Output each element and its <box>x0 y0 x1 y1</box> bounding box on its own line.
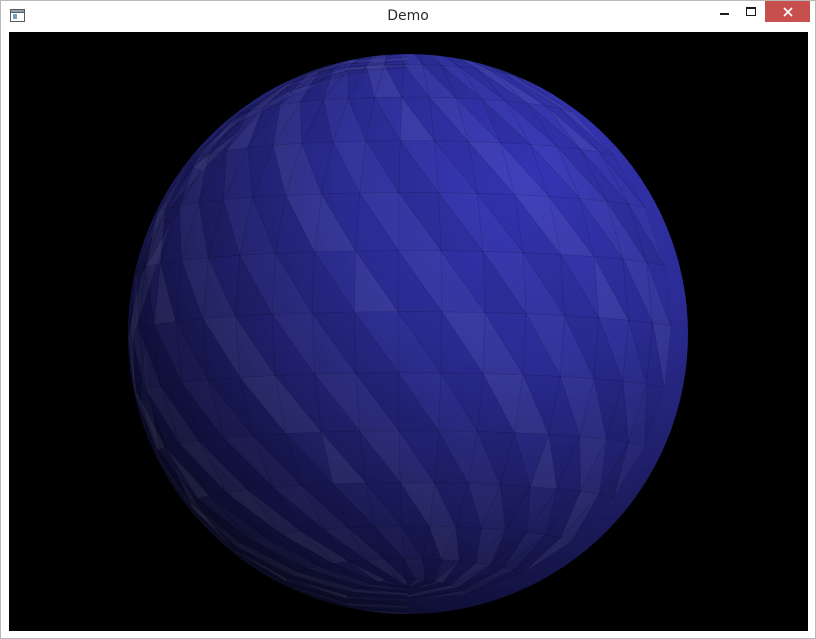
sphere-facet <box>408 37 416 44</box>
sphere-facet <box>408 38 434 46</box>
sphere-facet <box>370 42 408 49</box>
maximize-button[interactable] <box>738 1 764 22</box>
sphere-facet <box>408 37 425 45</box>
sphere-facet <box>362 44 408 51</box>
sphere-facet <box>387 39 408 46</box>
sphere-facet <box>396 38 408 45</box>
sphere-facet <box>408 39 443 48</box>
sphere-facet <box>408 41 450 50</box>
sphere-facet <box>362 44 408 51</box>
sphere-facet <box>406 37 416 44</box>
sphere-facet <box>378 40 408 47</box>
minimize-icon <box>719 12 729 15</box>
sphere-facet <box>387 39 408 46</box>
sphere-facet <box>408 41 450 50</box>
sphere-facet <box>408 43 457 53</box>
window-title: Demo <box>387 8 429 24</box>
sphere-facet <box>408 39 443 48</box>
sphere-facet <box>408 38 434 46</box>
sphere-facet <box>396 38 408 45</box>
sphere-facet <box>408 43 457 53</box>
close-icon <box>782 6 793 17</box>
faceted-sphere <box>128 37 688 614</box>
app-window: Demo <box>0 0 816 639</box>
minimize-button[interactable] <box>711 1 737 22</box>
render-viewport[interactable] <box>9 32 808 631</box>
close-button[interactable] <box>765 1 810 22</box>
sphere-facet <box>356 54 409 55</box>
sphere-facet <box>406 37 408 44</box>
sphere-facet <box>408 37 425 45</box>
sphere-facet <box>378 40 408 47</box>
sphere-facet <box>356 54 409 55</box>
sphere-facet <box>370 42 408 49</box>
maximize-icon <box>746 7 756 16</box>
title-bar[interactable]: Demo <box>1 1 815 31</box>
sphere-facet <box>365 54 387 67</box>
